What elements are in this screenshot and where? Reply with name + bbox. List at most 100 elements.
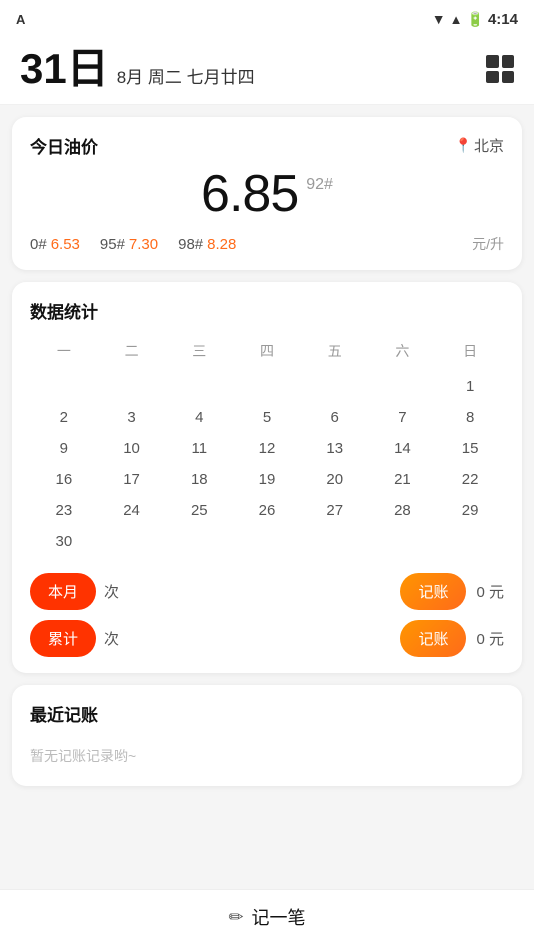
location-name: 北京 bbox=[474, 135, 504, 156]
cal-day-30: 30 bbox=[30, 526, 98, 557]
cal-day-27: 27 bbox=[301, 495, 369, 526]
cal-day-3: 3 bbox=[98, 402, 166, 433]
wifi-icon: ▼ bbox=[432, 11, 446, 27]
stats-right-cumulative: 记账 0 元 bbox=[400, 620, 504, 657]
cal-cell-empty bbox=[369, 526, 437, 557]
oil-card-header: 今日油价 📍 北京 bbox=[30, 133, 504, 158]
location: 📍 北京 bbox=[455, 135, 504, 156]
cal-cell-empty bbox=[98, 371, 166, 402]
cumulative-record-btn[interactable]: 记账 bbox=[400, 620, 466, 657]
header: 31日 8月 周二 七月廿四 bbox=[0, 36, 534, 105]
weekday-sat: 六 bbox=[369, 337, 437, 365]
sub-val-0: 6.53 bbox=[51, 236, 80, 253]
cumulative-label-btn[interactable]: 累计 bbox=[30, 620, 96, 657]
grid-icon[interactable] bbox=[486, 55, 514, 83]
cal-day-6: 6 bbox=[301, 402, 369, 433]
cal-day-16: 16 bbox=[30, 464, 98, 495]
stats-bottom: 本月 次 记账 0 元 累计 次 记账 0 元 bbox=[30, 573, 504, 657]
month-count: 次 bbox=[104, 581, 119, 602]
calendar-header: 一 二 三 四 五 六 日 bbox=[30, 337, 504, 365]
weekday-tue: 二 bbox=[98, 337, 166, 365]
cal-day-2: 2 bbox=[30, 402, 98, 433]
cal-day-24: 24 bbox=[98, 495, 166, 526]
stats-left-monthly: 本月 次 bbox=[30, 573, 119, 610]
time-display: 4:14 bbox=[488, 11, 518, 28]
header-date: 31日 8月 周二 七月廿四 bbox=[20, 48, 255, 90]
oil-sub-prices: 0# 6.53 95# 7.30 98# 8.28 元/升 bbox=[30, 234, 504, 254]
month-record-btn[interactable]: 记账 bbox=[400, 573, 466, 610]
cal-day-13: 13 bbox=[301, 433, 369, 464]
stats-right-monthly: 记账 0 元 bbox=[400, 573, 504, 610]
calendar-body: 1 2 3 4 5 6 7 8 9 10 11 12 13 14 15 16 1… bbox=[30, 371, 504, 557]
cal-day-19: 19 bbox=[233, 464, 301, 495]
stats-row-monthly: 本月 次 记账 0 元 bbox=[30, 573, 504, 610]
weekday-sun: 日 bbox=[436, 337, 504, 365]
location-pin-icon: 📍 bbox=[455, 137, 472, 154]
unit-text: 元/升 bbox=[472, 234, 504, 254]
sub-grade-0: 0# bbox=[30, 236, 47, 253]
sub-prices-left: 0# 6.53 95# 7.30 98# 8.28 bbox=[30, 236, 236, 253]
grid-cell-3 bbox=[486, 71, 499, 84]
grid-cell-2 bbox=[502, 55, 515, 68]
weekday-mon: 一 bbox=[30, 337, 98, 365]
date-info: 8月 周二 七月廿四 bbox=[117, 63, 255, 88]
cumulative-amount: 0 元 bbox=[476, 628, 504, 649]
cal-day-11: 11 bbox=[165, 433, 233, 464]
signal-icon: ▲ bbox=[450, 12, 463, 27]
status-left-label: A bbox=[16, 12, 25, 27]
stats-title: 数据统计 bbox=[30, 298, 504, 323]
cal-cell-empty bbox=[233, 371, 301, 402]
stats-row-cumulative: 累计 次 记账 0 元 bbox=[30, 620, 504, 657]
cal-day-20: 20 bbox=[301, 464, 369, 495]
cal-day-23: 23 bbox=[30, 495, 98, 526]
empty-hint: 暂无记账记录哟~ bbox=[30, 738, 504, 770]
cal-cell-empty bbox=[301, 526, 369, 557]
main-price-value: 6.85 bbox=[201, 164, 298, 224]
cal-day-18: 18 bbox=[165, 464, 233, 495]
cal-day-9: 9 bbox=[30, 433, 98, 464]
recent-records-card: 最近记账 暂无记账记录哟~ bbox=[12, 685, 522, 786]
stats-left-cumulative: 累计 次 bbox=[30, 620, 119, 657]
cal-day-12: 12 bbox=[233, 433, 301, 464]
content-area: 今日油价 📍 北京 6.85 92# 0# 6.53 95# 7.30 bbox=[0, 117, 534, 868]
pencil-icon: ✏ bbox=[228, 907, 243, 928]
recent-title: 最近记账 bbox=[30, 701, 504, 726]
cal-cell-empty bbox=[165, 526, 233, 557]
cal-day-4: 4 bbox=[165, 402, 233, 433]
cal-day-10: 10 bbox=[98, 433, 166, 464]
cal-cell-empty bbox=[165, 371, 233, 402]
month-label-btn[interactable]: 本月 bbox=[30, 573, 96, 610]
sub-price-95: 95# 7.30 bbox=[100, 236, 158, 253]
cal-day-26: 26 bbox=[233, 495, 301, 526]
cal-cell-empty bbox=[301, 371, 369, 402]
main-price-grade: 92# bbox=[306, 176, 333, 194]
cal-day-21: 21 bbox=[369, 464, 437, 495]
cal-day-7: 7 bbox=[369, 402, 437, 433]
sub-val-98: 8.28 bbox=[207, 236, 236, 253]
weekday-thu: 四 bbox=[233, 337, 301, 365]
weekday-wed: 三 bbox=[165, 337, 233, 365]
month-amount: 0 元 bbox=[476, 581, 504, 602]
cal-cell-empty bbox=[30, 371, 98, 402]
cal-day-8: 8 bbox=[436, 402, 504, 433]
stats-card: 数据统计 一 二 三 四 五 六 日 1 2 bbox=[12, 282, 522, 673]
sub-grade-95: 95# bbox=[100, 236, 125, 253]
bottom-bar[interactable]: ✏ 记一笔 bbox=[0, 889, 534, 950]
cal-cell-empty bbox=[436, 526, 504, 557]
grid-cell-4 bbox=[502, 71, 515, 84]
status-right: ▼ ▲ 🔋 4:14 bbox=[432, 11, 518, 28]
cal-day-14: 14 bbox=[369, 433, 437, 464]
oil-price-card: 今日油价 📍 北京 6.85 92# 0# 6.53 95# 7.30 bbox=[12, 117, 522, 270]
cal-day-15: 15 bbox=[436, 433, 504, 464]
sub-price-98: 98# 8.28 bbox=[178, 236, 236, 253]
cal-cell-empty bbox=[233, 526, 301, 557]
cal-day-5: 5 bbox=[233, 402, 301, 433]
oil-main-price: 6.85 92# bbox=[30, 164, 504, 224]
cal-day-25: 25 bbox=[165, 495, 233, 526]
sub-grade-98: 98# bbox=[178, 236, 203, 253]
battery-icon: 🔋 bbox=[467, 11, 484, 28]
cal-day-22: 22 bbox=[436, 464, 504, 495]
record-button-label: 记一笔 bbox=[252, 904, 306, 930]
grid-cell-1 bbox=[486, 55, 499, 68]
cal-cell-empty bbox=[98, 526, 166, 557]
